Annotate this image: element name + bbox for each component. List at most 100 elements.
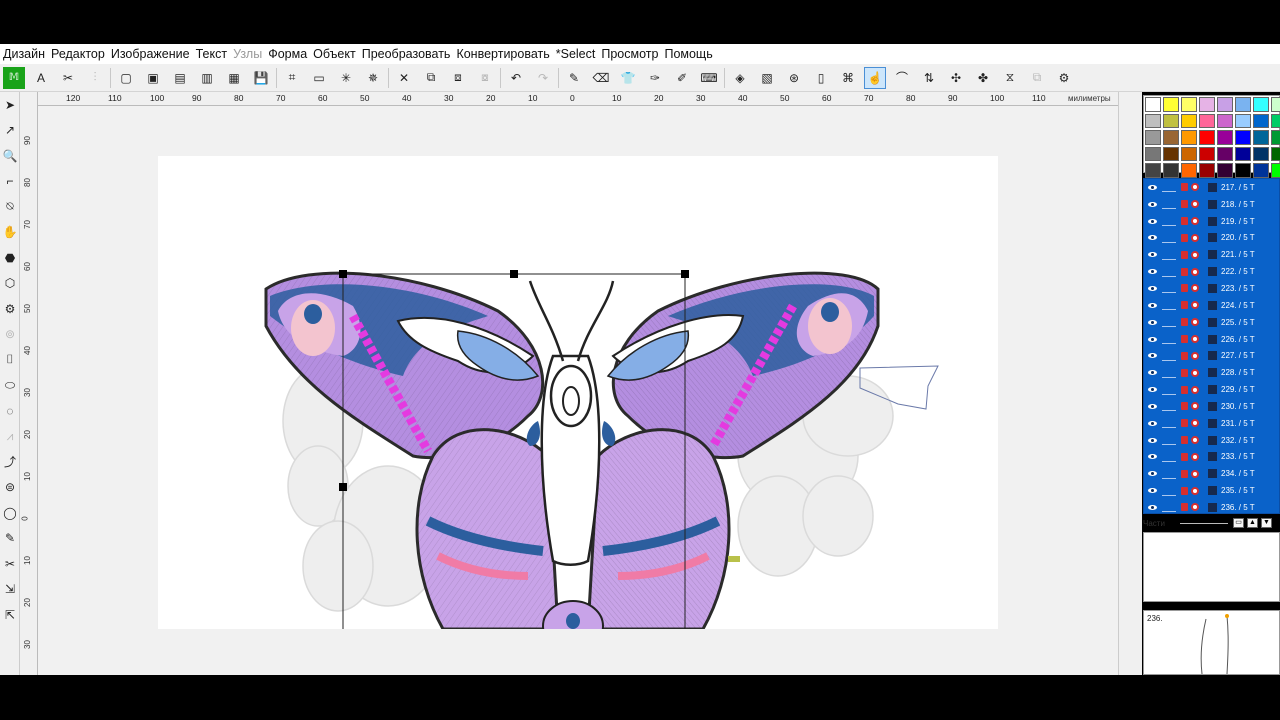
color-swatch[interactable]: [1217, 146, 1233, 161]
visibility-eye-icon[interactable]: [1148, 471, 1157, 477]
color-swatch[interactable]: [1145, 113, 1161, 128]
visibility-eye-icon[interactable]: [1148, 336, 1157, 342]
visibility-eye-icon[interactable]: [1148, 252, 1157, 258]
clone-icon[interactable]: ⧇: [474, 67, 496, 89]
bezier-icon[interactable]: ⤴: [0, 449, 20, 475]
lasso-icon[interactable]: ◌: [0, 398, 20, 424]
split-icon[interactable]: ✣: [945, 67, 967, 89]
lock-icon[interactable]: [1191, 351, 1199, 360]
rectangle-select-icon[interactable]: ▭: [308, 67, 330, 89]
lock-icon[interactable]: [1191, 200, 1199, 209]
object-row[interactable]: 227. / 5 T: [1144, 347, 1279, 364]
lock-icon[interactable]: [1191, 419, 1199, 428]
visibility-eye-icon[interactable]: [1148, 218, 1157, 224]
color-swatch[interactable]: [1199, 163, 1215, 178]
object-row[interactable]: 226. / 5 T: [1144, 331, 1279, 348]
lock-icon[interactable]: [1191, 486, 1199, 495]
menu-item-7[interactable]: Преобразовать: [362, 47, 457, 61]
stitch-icon[interactable]: ✵: [362, 67, 384, 89]
color-swatch[interactable]: [1217, 97, 1233, 112]
object-row[interactable]: 217. / 5 T: [1144, 179, 1279, 196]
object-row[interactable]: 218. / 5 T: [1144, 196, 1279, 213]
menu-item-9[interactable]: *Select: [556, 47, 602, 61]
embroidery-design[interactable]: [158, 156, 998, 652]
ruler-tool-icon[interactable]: ⇱: [0, 602, 20, 628]
color-swatch[interactable]: [1217, 113, 1233, 128]
fill-icon[interactable]: ◈: [729, 67, 751, 89]
sequin-icon[interactable]: ⊚: [0, 322, 20, 348]
lock-icon[interactable]: [1191, 503, 1199, 512]
color-swatch[interactable]: [1217, 163, 1233, 178]
parts-window-icon[interactable]: ▭: [1233, 518, 1244, 528]
color-swatch[interactable]: [1235, 97, 1251, 112]
visibility-eye-icon[interactable]: [1148, 488, 1157, 494]
visibility-eye-icon[interactable]: [1148, 370, 1157, 376]
lock-icon[interactable]: [1191, 301, 1199, 310]
menu-item-3[interactable]: Текст: [196, 47, 233, 61]
border-icon[interactable]: ⌷: [0, 347, 20, 373]
visibility-eye-icon[interactable]: [1148, 201, 1157, 207]
frame-icon[interactable]: ▧: [756, 67, 778, 89]
color-swatch[interactable]: [1253, 113, 1269, 128]
menu-item-8[interactable]: Конвертировать: [456, 47, 555, 61]
color-swatch[interactable]: [1271, 130, 1280, 145]
merge-icon[interactable]: ✤: [972, 67, 994, 89]
color-swatch[interactable]: [1181, 97, 1197, 112]
color-swatch[interactable]: [1145, 97, 1161, 112]
color-swatch[interactable]: [1163, 163, 1179, 178]
undo-icon[interactable]: ↶: [505, 67, 527, 89]
color-swatch[interactable]: [1145, 146, 1161, 161]
pointer-icon[interactable]: ➤: [0, 92, 20, 118]
import-icon[interactable]: ▦: [223, 67, 245, 89]
zigzag-icon[interactable]: ⩘: [0, 424, 20, 450]
stitch-edit-icon[interactable]: ⌐: [0, 169, 20, 195]
lock-icon[interactable]: [1191, 452, 1199, 461]
menu-item-4[interactable]: Узлы: [233, 47, 268, 61]
lock-icon[interactable]: [1191, 318, 1199, 327]
hand-icon[interactable]: ✋: [0, 220, 20, 246]
color-swatch[interactable]: [1235, 163, 1251, 178]
object-row[interactable]: 234. / 5 T: [1144, 465, 1279, 482]
lock-icon[interactable]: [1191, 183, 1199, 192]
visibility-eye-icon[interactable]: [1148, 353, 1157, 359]
color-swatch[interactable]: [1163, 130, 1179, 145]
object-row[interactable]: 231. / 5 T: [1144, 415, 1279, 432]
move-down-icon[interactable]: ▼: [1261, 518, 1272, 528]
visibility-eye-icon[interactable]: [1148, 387, 1157, 393]
hand-select-icon[interactable]: ☝: [864, 66, 886, 89]
menu-item-5[interactable]: Форма: [268, 47, 313, 61]
move-up-icon[interactable]: ▲: [1247, 518, 1258, 528]
object-row[interactable]: 232. / 5 T: [1144, 432, 1279, 449]
new-document-icon[interactable]: ▢: [115, 67, 137, 89]
edit-icon[interactable]: ✐: [671, 67, 693, 89]
color-swatch[interactable]: [1145, 163, 1161, 178]
vertical-scrollbar[interactable]: [1118, 92, 1142, 675]
visibility-eye-icon[interactable]: [1148, 420, 1157, 426]
color-swatch[interactable]: [1199, 97, 1215, 112]
fit-icon[interactable]: ⌗: [281, 67, 303, 89]
phone-icon[interactable]: ▯: [810, 67, 832, 89]
lock-icon[interactable]: [1191, 436, 1199, 445]
color-swatch[interactable]: [1253, 130, 1269, 145]
group-icon[interactable]: ⧉: [1026, 67, 1048, 89]
object-row[interactable]: 225. / 5 T: [1144, 314, 1279, 331]
color-swatch[interactable]: [1163, 146, 1179, 161]
applique-icon[interactable]: ⬡: [0, 271, 20, 297]
color-swatch[interactable]: [1253, 163, 1269, 178]
shirt-icon[interactable]: 👕: [617, 67, 639, 89]
hoop-page[interactable]: [158, 156, 998, 652]
object-row[interactable]: 222. / 5 T: [1144, 263, 1279, 280]
text-icon[interactable]: A: [30, 67, 52, 89]
color-swatch[interactable]: [1253, 146, 1269, 161]
menu-item-11[interactable]: Помощь: [664, 47, 718, 61]
visibility-eye-icon[interactable]: [1148, 454, 1157, 460]
wand-icon[interactable]: ⚙: [0, 296, 20, 322]
object-row[interactable]: 230. / 5 T: [1144, 398, 1279, 415]
open-icon[interactable]: ▣: [142, 67, 164, 89]
color-swatch[interactable]: [1181, 130, 1197, 145]
color-swatch[interactable]: [1271, 163, 1280, 178]
node-edit-icon[interactable]: ↗: [0, 118, 20, 144]
measure-icon[interactable]: ⇲: [0, 577, 20, 603]
color-swatch[interactable]: [1181, 163, 1197, 178]
stamp-tool-icon[interactable]: ⊜: [0, 475, 20, 501]
